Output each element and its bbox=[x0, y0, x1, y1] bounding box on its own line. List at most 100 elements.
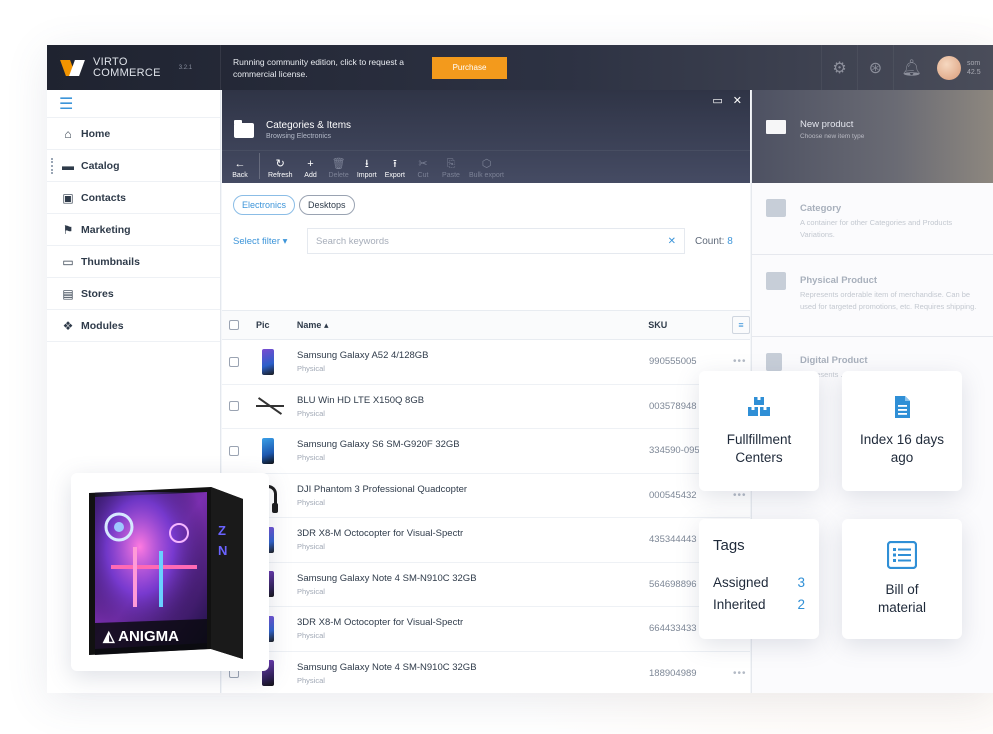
item-count: Count: 8 bbox=[695, 235, 733, 247]
new-item-category[interactable]: Category A container for other Categorie… bbox=[752, 183, 993, 255]
column-sku[interactable]: SKU bbox=[648, 320, 732, 330]
table-row[interactable]: BLU Win HD LTE X150Q 8GB Physical 00357894… bbox=[222, 385, 750, 429]
table-row[interactable]: Samsung Galaxy Note 4 SM-N910C 32GB Physi… bbox=[222, 652, 750, 694]
breadcrumb-electronics[interactable]: Electronics bbox=[233, 195, 296, 215]
product-type: Physical bbox=[297, 586, 325, 596]
svg-text:N: N bbox=[218, 543, 227, 558]
product-name-cell[interactable]: 3DR X8-M Octocopter for Visual-Spectr Phy… bbox=[297, 617, 649, 640]
hamburger-menu-icon[interactable]: ☰ bbox=[47, 90, 220, 118]
cubes-icon: ⬡ bbox=[481, 158, 492, 170]
row-checkbox[interactable] bbox=[229, 445, 239, 456]
back-icon: ← bbox=[234, 158, 246, 170]
document-icon bbox=[895, 396, 910, 418]
sidebar-item-catalog[interactable]: ▬ Catalog bbox=[47, 150, 220, 182]
product-name: 3DR X8-M Octocopter for Visual-Spectr bbox=[297, 528, 464, 540]
product-name-cell[interactable]: Samsung Galaxy S6 SM-G920F 32GB Physical bbox=[297, 439, 649, 462]
sidebar-item-modules[interactable]: ❖ Modules bbox=[47, 310, 220, 342]
caret-down-icon: ▾ bbox=[282, 235, 288, 247]
virto-logo-icon bbox=[60, 58, 85, 78]
sidebar-item-stores[interactable]: ▤ Stores bbox=[47, 278, 220, 310]
product-picture bbox=[256, 348, 280, 376]
product-name-cell[interactable]: Samsung Galaxy A52 4/128GB Physical bbox=[297, 350, 649, 373]
gear-icon[interactable]: ⚙ bbox=[821, 45, 857, 90]
close-icon[interactable]: ✕ bbox=[733, 94, 742, 107]
product-name: BLU Win HD LTE X150Q 8GB bbox=[297, 394, 425, 406]
bill-of-material-card[interactable]: Bill of material bbox=[842, 519, 962, 639]
sidebar-item-contacts[interactable]: ▣ Contacts bbox=[47, 182, 220, 214]
table-row[interactable]: Samsung Galaxy A52 4/128GB Physical 990555… bbox=[222, 340, 750, 385]
breadcrumb: Electronics Desktops bbox=[233, 195, 355, 215]
import-button[interactable]: ⭳ Import bbox=[357, 158, 377, 179]
product-type: Physical bbox=[297, 364, 325, 374]
bulk-export-button[interactable]: ⬡ Bulk export bbox=[469, 158, 504, 179]
phone-thumbnail bbox=[262, 348, 274, 375]
box-icon bbox=[766, 272, 786, 290]
new-product-header: New product Choose new item type bbox=[752, 90, 993, 183]
sidebar-item-marketing[interactable]: ⚑ Marketing bbox=[47, 214, 220, 246]
delete-button[interactable]: 🗑 Delete bbox=[329, 158, 349, 179]
column-name[interactable]: Name ▴ bbox=[297, 320, 648, 331]
bell-icon[interactable]: 🔔︎ bbox=[893, 45, 929, 90]
sidebar-item-home[interactable]: ⌂ Home bbox=[47, 118, 220, 150]
product-name-cell[interactable]: DJI Phantom 3 Professional Quadcopter Phy… bbox=[297, 484, 649, 507]
row-menu-icon[interactable]: ••• bbox=[733, 668, 747, 679]
product-image-card: Z N ◭ ANIGMA bbox=[71, 473, 269, 671]
purchase-button[interactable]: Purchase bbox=[432, 56, 507, 79]
search-input[interactable]: Search keywords ✕ bbox=[307, 228, 685, 254]
phone-thumbnail bbox=[262, 437, 274, 464]
svg-text:Z: Z bbox=[218, 523, 226, 538]
tags-card[interactable]: Tags Assigned 3 Inherited 2 bbox=[699, 519, 819, 639]
contact-card-icon: ▣ bbox=[62, 190, 74, 205]
image-icon: ▭ bbox=[62, 254, 74, 269]
lifebuoy-icon[interactable]: ⊛ bbox=[857, 45, 893, 90]
product-name-cell[interactable]: Samsung Galaxy Note 4 SM-N910C 32GB Physi… bbox=[297, 662, 649, 685]
clear-icon[interactable]: ✕ bbox=[668, 236, 676, 247]
trash-icon: 🗑 bbox=[331, 158, 346, 170]
product-name: Samsung Galaxy Note 4 SM-N910C 32GB bbox=[297, 572, 477, 584]
product-name: DJI Phantom 3 Professional Quadcopter bbox=[297, 483, 468, 495]
blade-title: Categories & Items bbox=[266, 120, 352, 131]
select-all-checkbox[interactable] bbox=[229, 320, 239, 330]
row-checkbox[interactable] bbox=[229, 356, 239, 367]
table-row[interactable]: DJI Phantom 3 Professional Quadcopter Phy… bbox=[222, 474, 750, 518]
tags-inherited: Inherited 2 bbox=[713, 597, 805, 612]
avatar bbox=[937, 55, 961, 80]
filter-row: Select filter ▾ Search keywords ✕ Count:… bbox=[233, 228, 741, 254]
table-row[interactable]: Samsung Galaxy Note 4 SM-N910C 32GB Physi… bbox=[222, 563, 750, 607]
row-checkbox[interactable] bbox=[229, 401, 239, 412]
table-row[interactable]: 3DR X8-M Octocopter for Visual-Spectr Phy… bbox=[222, 518, 750, 563]
new-item-physical-product[interactable]: Physical Product Represents orderable it… bbox=[752, 255, 993, 337]
breadcrumb-desktops[interactable]: Desktops bbox=[299, 195, 355, 215]
table-row[interactable]: 3DR X8-M Octocopter for Visual-Spectr Phy… bbox=[222, 607, 750, 652]
fulfillment-label: Fullfillment Centers bbox=[726, 432, 792, 465]
upload-icon: ⭱ bbox=[392, 158, 397, 170]
product-name-cell[interactable]: BLU Win HD LTE X150Q 8GB Physical bbox=[297, 395, 649, 418]
export-button[interactable]: ⭱ Export bbox=[385, 158, 405, 179]
fulfillment-centers-card[interactable]: Fullfillment Centers bbox=[699, 371, 819, 491]
logo[interactable]: VIRTO COMMERCE 3.2.1 bbox=[47, 45, 221, 90]
maximize-icon[interactable]: ▭ bbox=[712, 94, 722, 107]
column-settings-icon[interactable]: ≡ bbox=[732, 316, 750, 334]
product-type: Physical bbox=[297, 408, 325, 418]
license-notice[interactable]: Running community edition, click to requ… bbox=[233, 56, 418, 80]
select-filter-dropdown[interactable]: Select filter ▾ bbox=[233, 236, 307, 247]
plus-icon: + bbox=[307, 158, 314, 170]
pc-brand-logo: ◭ ANIGMA bbox=[102, 628, 179, 645]
refresh-button[interactable]: ↻ Refresh bbox=[268, 158, 293, 179]
blade-title-row: Categories & Items Browsing Electronics bbox=[234, 119, 352, 140]
list-icon bbox=[887, 541, 917, 569]
table-row[interactable]: Samsung Galaxy S6 SM-G920F 32GB Physical 3… bbox=[222, 429, 750, 474]
new-product-title: New product bbox=[800, 119, 854, 130]
product-sku: 188904989 bbox=[649, 667, 697, 679]
index-card[interactable]: Index 16 days ago bbox=[842, 371, 962, 491]
cut-button[interactable]: ✂ Cut bbox=[413, 158, 433, 179]
back-button[interactable]: ← Back bbox=[230, 158, 250, 179]
row-menu-icon[interactable]: ••• bbox=[733, 356, 747, 367]
sidebar-item-thumbnails[interactable]: ▭ Thumbnails bbox=[47, 246, 220, 278]
add-button[interactable]: + Add bbox=[301, 158, 321, 179]
row-menu-icon[interactable]: ••• bbox=[733, 490, 747, 501]
user-menu[interactable]: som 42.5 bbox=[929, 45, 993, 90]
product-name-cell[interactable]: 3DR X8-M Octocopter for Visual-Spectr Phy… bbox=[297, 528, 649, 551]
paste-button[interactable]: ⎘ Paste bbox=[441, 158, 461, 179]
product-name-cell[interactable]: Samsung Galaxy Note 4 SM-N910C 32GB Physi… bbox=[297, 573, 649, 596]
